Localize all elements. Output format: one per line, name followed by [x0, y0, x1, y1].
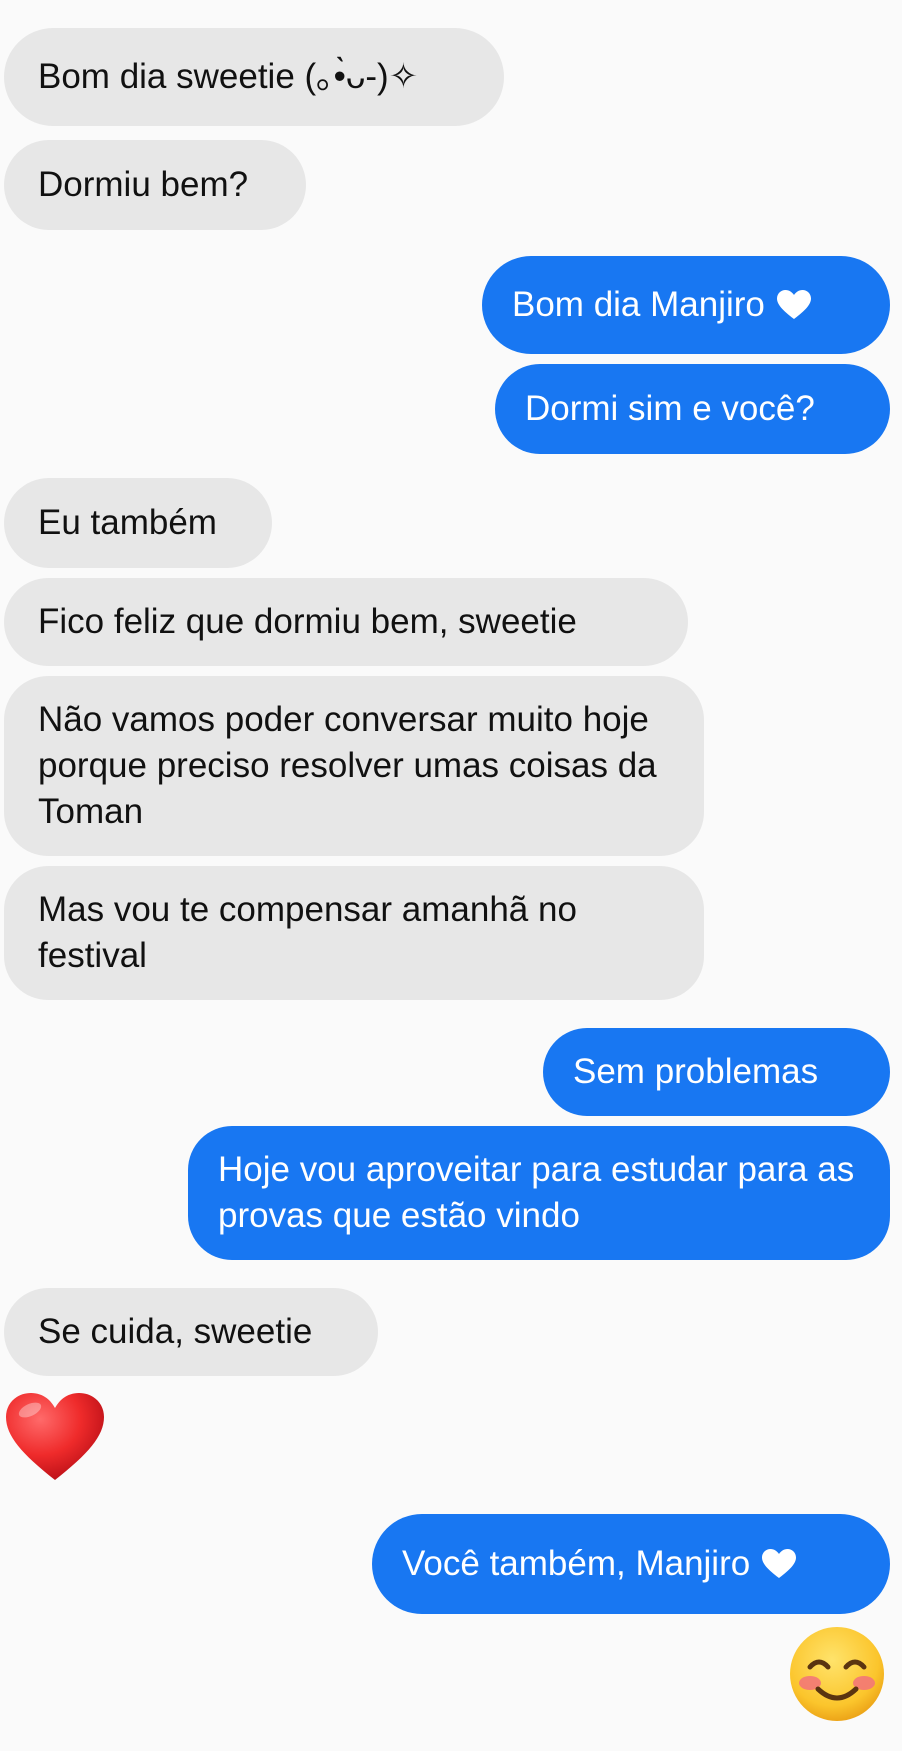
incoming-message-bubble[interactable]: Não vamos poder conversar muito hoje por…	[4, 676, 704, 856]
outgoing-message-bubble[interactable]: Sem problemas	[543, 1028, 890, 1116]
incoming-message-bubble[interactable]: Se cuida, sweetie	[4, 1288, 378, 1376]
smiling-blush-emoji[interactable]	[788, 1625, 886, 1723]
red-heart-emoji[interactable]	[4, 1392, 106, 1482]
incoming-message-bubble[interactable]: Eu também	[4, 478, 272, 568]
message-text: Sem problemas	[573, 1052, 819, 1091]
message-text: Você também, Manjiro	[402, 1544, 751, 1583]
message-text: Eu também	[38, 503, 217, 542]
outgoing-message-bubble[interactable]: Dormi sim e você?	[495, 364, 890, 454]
message-text: Dormiu bem?	[38, 165, 249, 204]
white-heart-icon	[762, 1549, 797, 1578]
incoming-message-bubble[interactable]: Fico feliz que dormiu bem, sweetie	[4, 578, 688, 666]
white-heart-icon	[776, 290, 811, 319]
incoming-message-bubble[interactable]: Bom dia sweetie (｡•̀ᴗ-)✧	[4, 28, 504, 126]
outgoing-message-bubble[interactable]: Você também, Manjiro	[372, 1514, 890, 1614]
message-thread: Bom dia sweetie (｡•̀ᴗ-)✧ Dormiu bem? Bom…	[0, 0, 902, 1751]
message-text: Se cuida, sweetie	[38, 1312, 313, 1351]
message-text: Bom dia sweetie (｡•̀ᴗ-)✧	[38, 57, 419, 96]
incoming-message-bubble[interactable]: Dormiu bem?	[4, 140, 306, 230]
outgoing-message-bubble[interactable]: Bom dia Manjiro	[482, 256, 890, 354]
message-text: Fico feliz que dormiu bem, sweetie	[38, 602, 577, 641]
message-text: Mas vou te compensar amanhã no festival	[38, 890, 577, 975]
message-text: Hoje vou aproveitar para estudar para as…	[218, 1150, 855, 1235]
incoming-message-bubble[interactable]: Mas vou te compensar amanhã no festival	[4, 866, 704, 1000]
message-text: Não vamos poder conversar muito hoje por…	[38, 700, 657, 831]
outgoing-message-bubble[interactable]: Hoje vou aproveitar para estudar para as…	[188, 1126, 890, 1260]
message-text: Dormi sim e você?	[525, 389, 815, 428]
message-text: Bom dia Manjiro	[512, 285, 765, 324]
